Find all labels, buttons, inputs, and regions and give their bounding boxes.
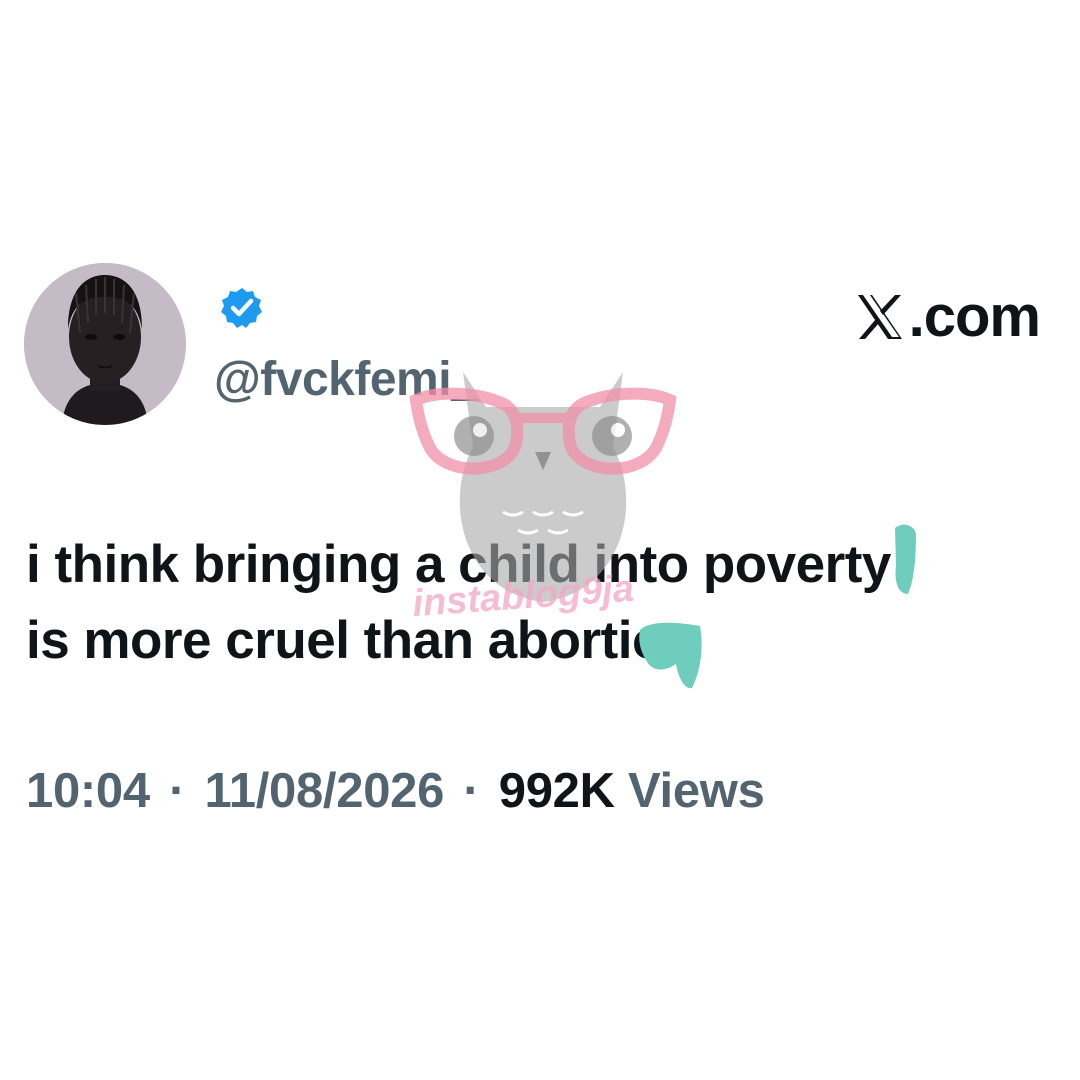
- avatar[interactable]: [24, 263, 186, 425]
- meta-separator: ·: [169, 764, 186, 818]
- x-logo-icon: [857, 294, 902, 339]
- post-time[interactable]: 10:04: [26, 764, 150, 818]
- meta-separator: ·: [463, 764, 480, 818]
- verified-badge-icon: [220, 286, 264, 330]
- watermark-text: instablog9ja: [411, 568, 635, 625]
- post-date[interactable]: 11/08/2026: [205, 764, 445, 818]
- post-card: @fvckfemi_ .com i think bringing a child…: [0, 0, 1080, 1080]
- site-domain: .com: [908, 284, 1041, 349]
- watermark-logo: instablog9ja: [409, 372, 677, 625]
- post-meta: 10:04 · 11/08/2026 · 992K Views: [26, 763, 765, 819]
- avatar-image: [24, 263, 186, 425]
- views-label: Views: [628, 764, 765, 818]
- view-count: 992K: [498, 764, 615, 818]
- x-brand: .com: [855, 283, 1041, 350]
